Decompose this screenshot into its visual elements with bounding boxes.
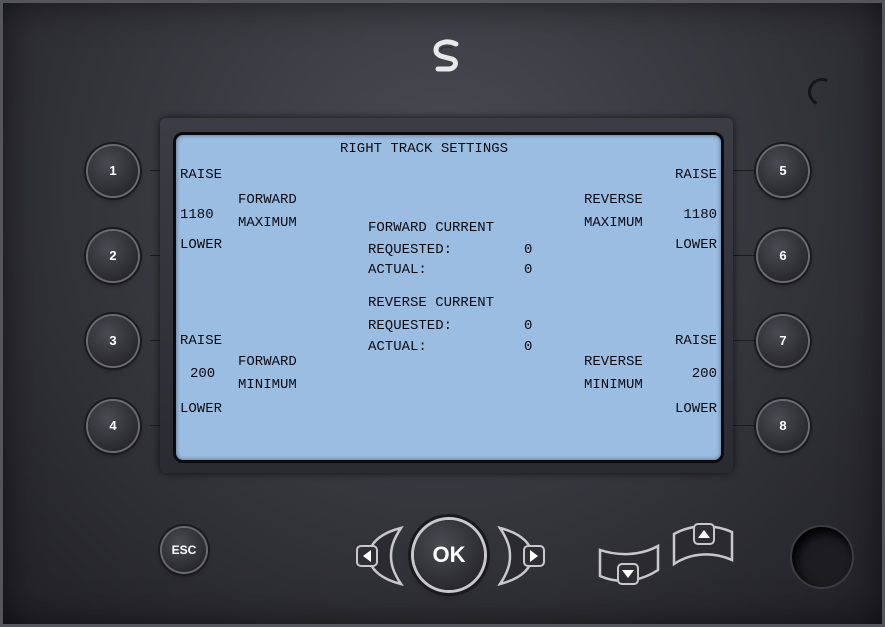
- right-top-value: 1180: [683, 207, 717, 223]
- forward-requested-value: 0: [524, 242, 533, 258]
- chevron-up-icon[interactable]: [670, 520, 736, 570]
- reverse-current-heading: REVERSE CURRENT: [368, 295, 495, 311]
- right-bottom-value: 200: [691, 366, 717, 382]
- softkey-4-label: 4: [109, 418, 117, 433]
- lcd-screen: RIGHT TRACK SETTINGS RAISE FORWARD 1180 …: [173, 132, 724, 463]
- left-bottom-label2: MINIMUM: [238, 377, 297, 393]
- softkey-2-label: 2: [109, 248, 117, 263]
- chevron-right-icon[interactable]: [488, 524, 546, 588]
- softkey-6-label: 6: [779, 248, 787, 263]
- reverse-actual-value: 0: [524, 339, 533, 355]
- screen-title: RIGHT TRACK SETTINGS: [340, 141, 509, 157]
- right-bottom-lower: LOWER: [674, 401, 717, 417]
- right-top-raise: RAISE: [674, 167, 717, 183]
- reverse-requested-label: REQUESTED:: [368, 318, 453, 334]
- forward-actual-label: ACTUAL:: [368, 262, 427, 278]
- softkey-5-label: 5: [779, 163, 787, 178]
- right-bottom-label1: REVERSE: [584, 354, 643, 370]
- left-top-value: 1180: [180, 207, 214, 223]
- softkey-7-label: 7: [779, 333, 787, 348]
- softkey-8-button[interactable]: 8: [758, 401, 808, 451]
- softkey-5-button[interactable]: 5: [758, 146, 808, 196]
- right-bottom-label2: MINIMUM: [584, 377, 643, 393]
- softkey-1-label: 1: [109, 163, 117, 178]
- bottom-right-hole: [790, 525, 854, 589]
- right-top-label1: REVERSE: [584, 192, 643, 208]
- esc-button[interactable]: ESC: [162, 528, 206, 572]
- forward-requested-label: REQUESTED:: [368, 242, 453, 258]
- chevron-left-icon[interactable]: [355, 524, 413, 588]
- left-top-lower: LOWER: [180, 237, 223, 253]
- softkey-4-button[interactable]: 4: [88, 401, 138, 451]
- left-top-label2: MAXIMUM: [238, 215, 297, 231]
- softkey-8-label: 8: [779, 418, 787, 433]
- left-bottom-raise: RAISE: [180, 333, 223, 349]
- left-top-label1: FORWARD: [238, 192, 297, 208]
- softkey-1-button[interactable]: 1: [88, 146, 138, 196]
- left-bottom-lower: LOWER: [180, 401, 223, 417]
- softkey-3-label: 3: [109, 333, 117, 348]
- left-bottom-value: 200: [190, 366, 216, 382]
- reverse-requested-value: 0: [524, 318, 533, 334]
- right-top-lower: LOWER: [674, 237, 717, 253]
- forward-current-heading: FORWARD CURRENT: [368, 220, 495, 236]
- ok-label: OK: [432, 542, 466, 567]
- chevron-down-icon[interactable]: [596, 540, 662, 590]
- right-top-label2: MAXIMUM: [584, 215, 643, 231]
- left-bottom-label1: FORWARD: [238, 354, 297, 370]
- forward-actual-value: 0: [524, 262, 533, 278]
- s-logo-icon: [433, 39, 459, 72]
- softkey-7-button[interactable]: 7: [758, 316, 808, 366]
- left-top-raise: RAISE: [180, 167, 223, 183]
- softkey-6-button[interactable]: 6: [758, 231, 808, 281]
- display-device: RIGHT TRACK SETTINGS RAISE FORWARD 1180 …: [0, 0, 885, 627]
- right-bottom-raise: RAISE: [674, 333, 717, 349]
- esc-label: ESC: [171, 543, 197, 557]
- softkey-3-button[interactable]: 3: [88, 316, 138, 366]
- reverse-actual-label: ACTUAL:: [368, 339, 427, 355]
- ok-button[interactable]: OK: [414, 520, 484, 590]
- softkey-2-button[interactable]: 2: [88, 231, 138, 281]
- top-right-hole: [804, 74, 840, 110]
